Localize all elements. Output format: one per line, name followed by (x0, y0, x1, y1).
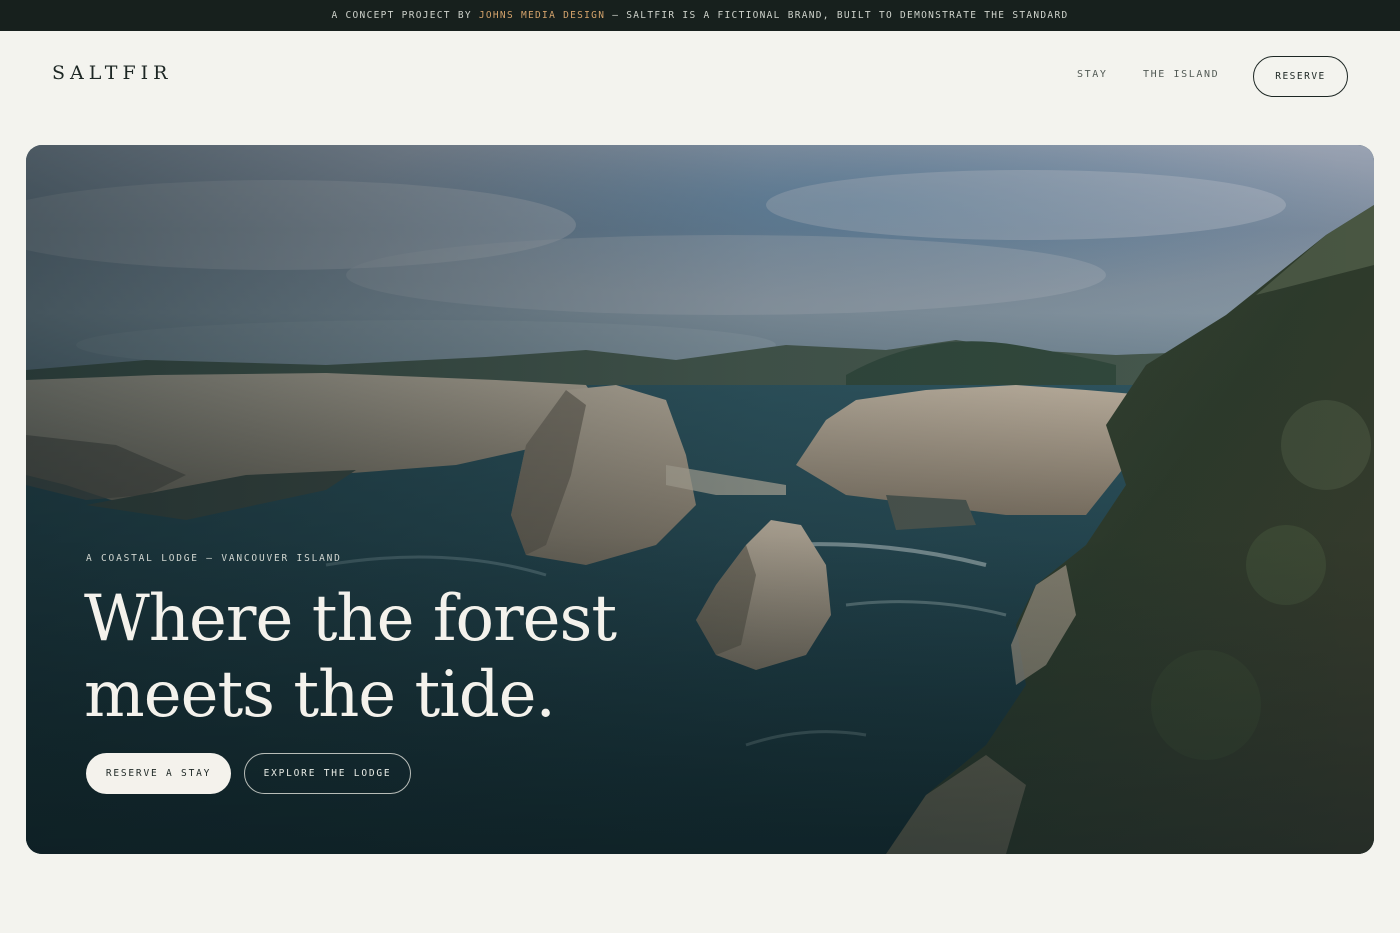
hero-section: A COASTAL LODGE — VANCOUVER ISLAND Where… (26, 145, 1374, 854)
site-header: SALTFIR STAY THE ISLAND RESERVE (0, 31, 1400, 121)
reserve-a-stay-button[interactable]: RESERVE A STAY (86, 753, 231, 794)
hero-eyebrow: A COASTAL LODGE — VANCOUVER ISLAND (86, 553, 342, 564)
hero-headline: Where the forest meets the tide. (84, 581, 784, 733)
announcement-bar: A CONCEPT PROJECT BY JOHNS MEDIA DESIGN … (0, 0, 1400, 31)
announcement-dash: — (612, 10, 620, 21)
studio-link[interactable]: JOHNS MEDIA DESIGN (479, 10, 605, 21)
hero-headline-line-1: Where the forest (84, 582, 617, 656)
nav-link-the-island[interactable]: THE ISLAND (1143, 69, 1219, 80)
hero-coastal-photo (26, 145, 1374, 854)
reserve-button[interactable]: RESERVE (1253, 56, 1348, 97)
announcement-prefix: A CONCEPT PROJECT BY (331, 10, 472, 21)
announcement-suffix: SALTFIR IS A FICTIONAL BRAND, BUILT TO D… (626, 10, 1069, 21)
hero-headline-line-2: meets the tide. (84, 658, 556, 732)
brand-logo[interactable]: SALTFIR (52, 62, 172, 84)
explore-the-lodge-button[interactable]: EXPLORE THE LODGE (244, 753, 411, 794)
nav-link-stay[interactable]: STAY (1077, 69, 1107, 80)
